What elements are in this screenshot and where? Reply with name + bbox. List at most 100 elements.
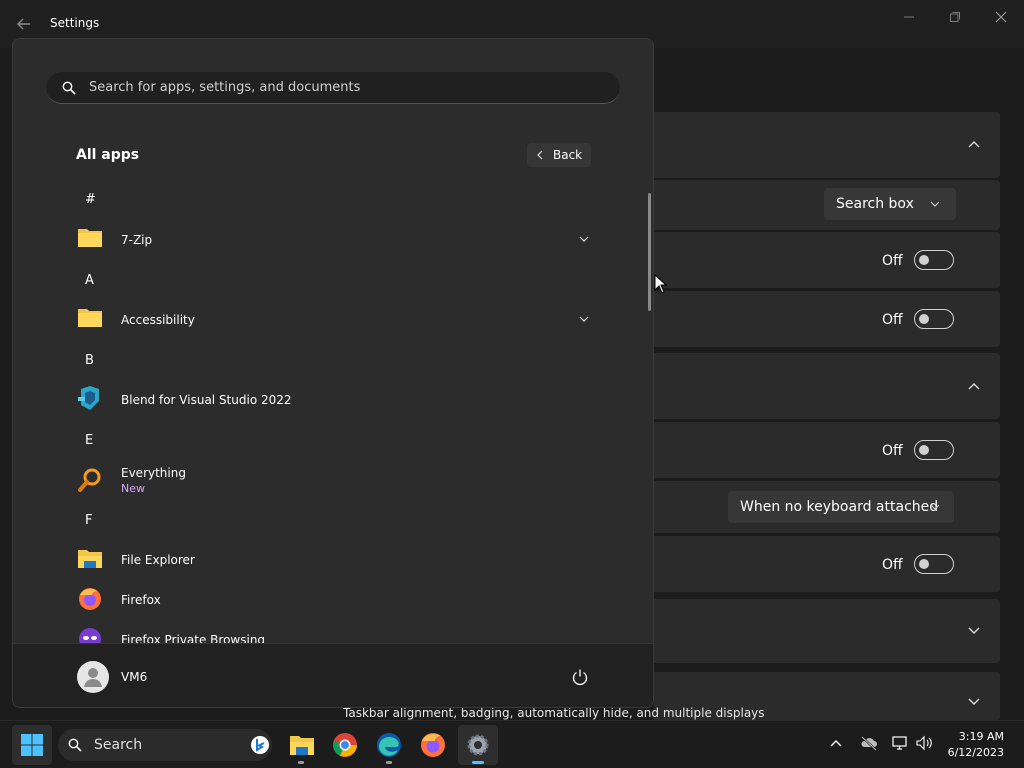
app-new-badge: New	[121, 482, 145, 495]
app-name: 7-Zip	[121, 233, 153, 247]
minimize-button[interactable]	[894, 8, 924, 26]
gear-icon	[467, 734, 489, 756]
app-name: Firefox Private Browsing	[121, 633, 266, 643]
search-icon	[68, 738, 82, 752]
app-name: Firefox	[121, 593, 161, 607]
chevron-up-icon	[968, 383, 980, 390]
all-apps-title: All apps	[76, 147, 140, 163]
file-explorer-icon	[78, 550, 102, 568]
settings-row-keyboard: When no keyboard attached	[654, 481, 1000, 533]
edge-icon[interactable]	[375, 731, 403, 759]
toggle-switch[interactable]	[914, 554, 954, 574]
active-indicator	[472, 761, 484, 764]
back-button[interactable]: Back	[527, 143, 591, 167]
taskbar-search-label: Search	[94, 737, 143, 753]
file-explorer-icon[interactable]	[288, 731, 316, 759]
keyboard-dropdown[interactable]: When no keyboard attached	[728, 491, 954, 523]
start-menu-scrollbar[interactable]	[648, 193, 651, 311]
bing-icon[interactable]	[250, 735, 270, 755]
settings-taskbar-button[interactable]	[458, 725, 498, 765]
app-name: File Explorer	[121, 553, 195, 567]
app-item-file-explorer[interactable]: File Explorer	[69, 541, 599, 577]
user-avatar[interactable]	[77, 661, 109, 693]
onedrive-offline-icon[interactable]	[860, 735, 878, 751]
user-icon	[84, 668, 102, 687]
letter-header[interactable]: B	[85, 353, 94, 368]
taskbar-settings-hint: Taskbar alignment, badging, automaticall…	[343, 706, 765, 720]
start-user-bar: VM6	[13, 643, 653, 707]
toggle-state-label: Off	[882, 312, 903, 328]
toggle-switch[interactable]	[914, 440, 954, 460]
chevron-down-icon[interactable]	[579, 316, 589, 322]
chevron-up-icon	[968, 141, 980, 148]
letter-header[interactable]: E	[85, 433, 93, 448]
restore-button[interactable]	[940, 8, 970, 26]
app-item-firefox[interactable]: Firefox	[69, 581, 599, 617]
firefox-icon	[79, 588, 101, 610]
close-button[interactable]	[986, 8, 1016, 26]
toggle-switch[interactable]	[914, 309, 954, 329]
search-style-dropdown[interactable]: Search box	[824, 188, 956, 220]
network-icon[interactable]	[892, 735, 910, 751]
app-item-everything[interactable]: Everything New	[69, 461, 599, 501]
start-button[interactable]	[12, 725, 52, 765]
letter-header[interactable]: F	[85, 513, 92, 528]
chevron-down-icon[interactable]	[579, 236, 589, 242]
chevron-down-icon	[968, 627, 980, 634]
chevron-left-icon	[537, 150, 543, 160]
folder-icon	[78, 229, 102, 247]
running-indicator	[298, 761, 304, 764]
toggle-state-label: Off	[882, 253, 903, 269]
app-item-7zip[interactable]: 7-Zip	[69, 221, 599, 257]
settings-row-toggle-3: Off	[654, 422, 1000, 478]
back-button-label: Back	[553, 148, 583, 162]
minimize-icon	[904, 16, 914, 18]
toggle-state-label: Off	[882, 443, 903, 459]
app-item-accessibility[interactable]: Accessibility	[69, 301, 599, 337]
toggle-switch[interactable]	[914, 250, 954, 270]
windows-logo-icon	[21, 734, 43, 756]
search-style-value: Search box	[836, 196, 914, 212]
firefox-private-icon	[79, 628, 101, 643]
app-name: Accessibility	[121, 313, 195, 327]
clock-date[interactable]: 6/12/2023	[948, 746, 1004, 759]
close-icon	[995, 11, 1007, 23]
settings-section-header[interactable]	[654, 353, 1000, 419]
letter-header[interactable]: A	[85, 273, 94, 288]
firefox-icon[interactable]	[419, 731, 447, 759]
app-item-firefox-private[interactable]: Firefox Private Browsing	[69, 623, 599, 643]
search-icon	[62, 81, 76, 95]
folder-icon	[78, 309, 102, 327]
start-search-placeholder: Search for apps, settings, and documents	[89, 80, 361, 95]
start-menu: Search for apps, settings, and documents…	[12, 38, 654, 708]
chevron-down-icon	[968, 698, 980, 705]
running-indicator	[386, 761, 392, 764]
power-icon[interactable]	[571, 668, 589, 686]
keyboard-dropdown-value: When no keyboard attached	[740, 499, 939, 515]
settings-row-search: Search box	[654, 180, 1000, 230]
letter-header[interactable]: #	[85, 192, 96, 207]
app-name: Blend for Visual Studio 2022	[121, 393, 292, 407]
clock-time[interactable]: 3:19 AM	[959, 730, 1004, 743]
toggle-state-label: Off	[882, 557, 903, 573]
user-name[interactable]: VM6	[121, 670, 147, 684]
taskbar-search[interactable]: Search	[58, 729, 272, 761]
settings-row-toggle-1: Off	[654, 232, 1000, 288]
chevron-down-icon	[930, 504, 940, 510]
start-search-box[interactable]: Search for apps, settings, and documents	[46, 72, 620, 104]
window-title: Settings	[50, 16, 100, 30]
volume-icon[interactable]	[916, 735, 934, 751]
app-name: Everything	[121, 466, 186, 480]
blend-icon	[78, 386, 99, 410]
chevron-up-icon[interactable]	[830, 739, 842, 747]
mouse-cursor-icon	[654, 274, 668, 294]
settings-row-toggle-2: Off	[654, 291, 1000, 347]
settings-row-toggle-4: Off	[654, 536, 1000, 592]
chrome-icon[interactable]	[331, 731, 359, 759]
magnifier-icon	[78, 468, 101, 492]
taskbar: Search 3:19 AM 6/12/2023	[0, 720, 1024, 768]
settings-section-header[interactable]	[654, 112, 1000, 178]
back-arrow-icon[interactable]	[14, 14, 34, 34]
app-item-blend[interactable]: Blend for Visual Studio 2022	[69, 381, 599, 417]
settings-section-header[interactable]	[654, 599, 1000, 663]
